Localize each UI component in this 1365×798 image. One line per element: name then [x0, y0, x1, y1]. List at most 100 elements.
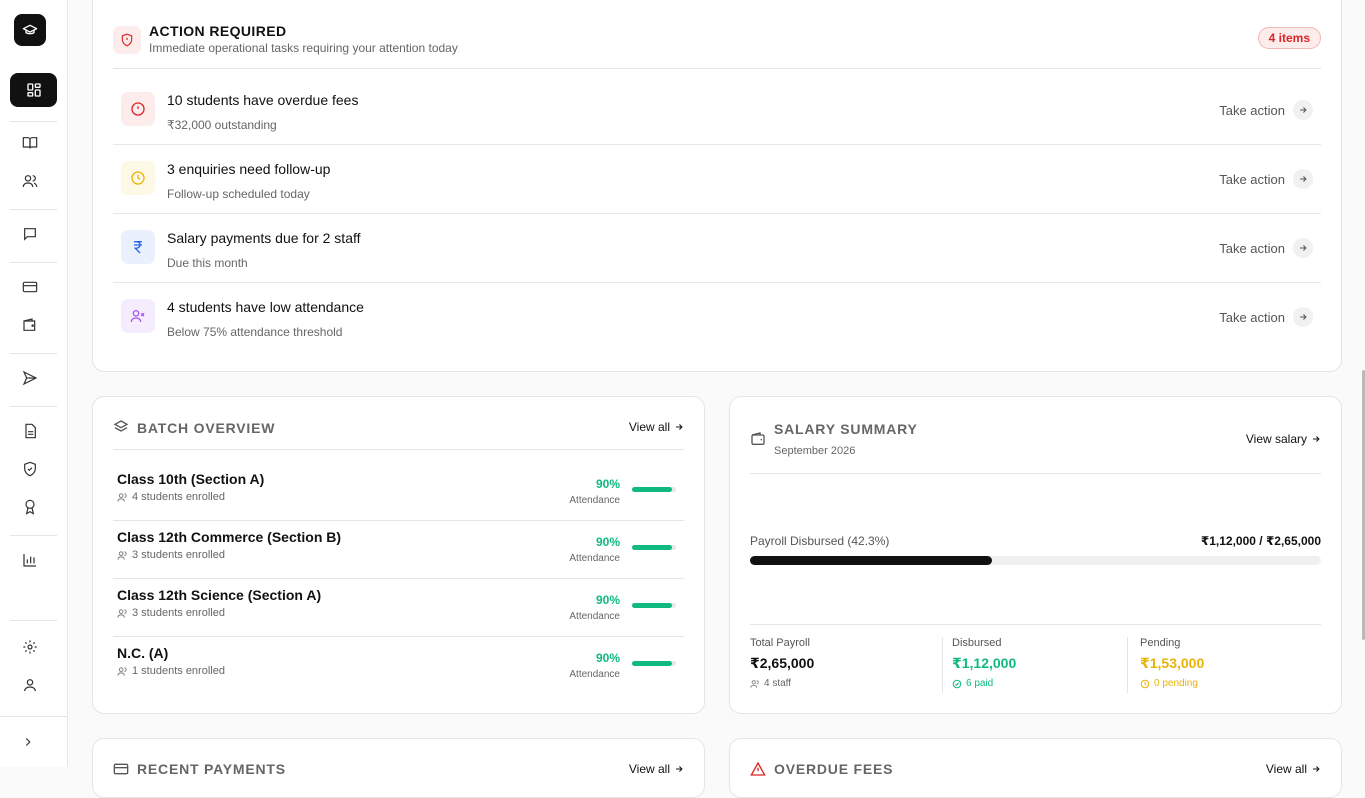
salary-month: September 2026: [774, 445, 856, 457]
batch-name: Class 12th Commerce (Section B): [117, 529, 342, 545]
arrow-right-icon: [1293, 238, 1313, 258]
action-item-subtitle: Below 75% attendance threshold: [167, 325, 343, 339]
salary-summary-title: SALARY SUMMARY: [774, 421, 918, 437]
nav-divider: [0, 716, 67, 717]
nav-reports[interactable]: [20, 550, 40, 570]
nav-divider: [10, 406, 57, 407]
nav-courses[interactable]: [20, 133, 40, 153]
arrow-right-icon: [676, 424, 683, 430]
nav-profile[interactable]: [20, 675, 40, 695]
take-action-button[interactable]: Take action: [1219, 307, 1313, 327]
users-icon: [117, 666, 127, 676]
graduation-cap-logo-icon[interactable]: [14, 14, 46, 46]
nav-achievements[interactable]: [20, 497, 40, 517]
batch-row[interactable]: Class 12th Science (Section A) 3 student…: [113, 579, 684, 637]
batch-enrolled: 1 students enrolled: [117, 665, 225, 677]
action-required-subtitle: Immediate operational tasks requiring yo…: [149, 41, 458, 55]
stat-disbursed: Disbursed ₹1,12,000 6 paid: [952, 637, 1016, 693]
batch-name: Class 10th (Section A): [117, 471, 265, 487]
stat-value: ₹1,12,000: [952, 655, 1017, 671]
users-icon: [117, 492, 127, 502]
nav-security[interactable]: [20, 459, 40, 479]
recent-payments-view-all[interactable]: View all: [629, 762, 684, 776]
batch-view-all-link[interactable]: View all: [629, 420, 684, 434]
main-content: ACTION REQUIRED Immediate operational ta…: [68, 0, 1365, 798]
nav-send[interactable]: [20, 368, 40, 388]
sidebar-expand-button[interactable]: [18, 732, 38, 752]
attendance-percent: 90%: [595, 651, 620, 665]
alert-circle-icon: [121, 92, 155, 126]
attendance-percent: 90%: [595, 535, 620, 549]
credit-card-icon: [113, 761, 129, 782]
action-item-subtitle: Due this month: [167, 256, 248, 270]
action-item-title: 4 students have low attendance: [167, 299, 364, 315]
alert-triangle-icon: [750, 761, 766, 782]
users-icon: [117, 608, 127, 618]
enrolled-text: 3 students enrolled: [132, 607, 225, 619]
action-item-title: 3 enquiries need follow-up: [167, 161, 331, 177]
action-required-card: ACTION REQUIRED Immediate operational ta…: [92, 0, 1342, 372]
nav-divider: [10, 121, 57, 122]
batch-row[interactable]: N.C. (A) 1 students enrolled 90% Attenda…: [113, 637, 684, 695]
user-x-icon: [121, 299, 155, 333]
stat-foot: 6 paid: [952, 678, 1016, 689]
nav-divider: [10, 620, 57, 621]
attendance-percent: 90%: [595, 593, 620, 607]
divider: [750, 473, 1321, 474]
nav-divider: [10, 262, 57, 263]
attendance-bar-fill: [632, 487, 672, 492]
award-icon: [25, 499, 35, 515]
divider: [113, 68, 1321, 69]
overdue-fees-view-all[interactable]: View all: [1266, 762, 1321, 776]
attendance-label: Attendance: [569, 553, 620, 564]
attendance-bar: [632, 603, 676, 608]
users-icon: [22, 175, 38, 188]
take-action-label: Take action: [1219, 240, 1285, 256]
stat-value: ₹1,53,000: [1140, 655, 1205, 671]
nav-students[interactable]: [20, 171, 40, 191]
sidebar: [0, 0, 68, 767]
batch-row[interactable]: Class 12th Commerce (Section B) 3 studen…: [113, 521, 684, 579]
shield-alert-icon: [113, 26, 141, 54]
view-all-label: View all: [628, 420, 670, 434]
stat-pending: Pending ₹1,53,000 0 pending: [1140, 637, 1204, 693]
take-action-button[interactable]: Take action: [1219, 169, 1313, 189]
attendance-label: Attendance: [569, 669, 620, 680]
batch-overview-card: BATCH OVERVIEW View all Class 10th (Sect…: [92, 396, 705, 714]
stat-foot: 0 pending: [1140, 678, 1204, 689]
users-icon: [750, 679, 759, 688]
arrow-right-icon: [676, 766, 683, 772]
attendance-label: Attendance: [569, 611, 620, 622]
attendance-bar: [632, 661, 676, 666]
payroll-progress-label: Payroll Disbursed (42.3%): [750, 534, 890, 548]
stat-foot-text: 6 paid: [966, 678, 994, 689]
nav-settings[interactable]: [20, 637, 40, 657]
nav-dashboard[interactable]: [10, 73, 57, 107]
batch-name: N.C. (A): [117, 645, 169, 661]
attendance-bar: [632, 487, 676, 492]
action-item: 4 students have low attendance Below 75%…: [113, 283, 1321, 352]
nav-wallet[interactable]: [20, 315, 40, 335]
batch-overview-title: BATCH OVERVIEW: [137, 420, 276, 436]
chevron-right-icon: [25, 738, 31, 746]
nav-payments[interactable]: [20, 277, 40, 297]
nav-documents[interactable]: [20, 421, 40, 441]
recent-payments-title: RECENT PAYMENTS: [137, 761, 286, 777]
file-icon: [25, 423, 36, 439]
book-icon: [22, 137, 38, 149]
payroll-progress-value: ₹1,12,000 / ₹2,65,000: [1200, 534, 1321, 548]
wallet-icon: [23, 318, 36, 331]
salary-summary-card: SALARY SUMMARY September 2026 View salar…: [729, 396, 1342, 714]
credit-card-icon: [22, 281, 38, 293]
view-salary-link[interactable]: View salary: [1246, 432, 1321, 446]
take-action-button[interactable]: Take action: [1219, 238, 1313, 258]
take-action-button[interactable]: Take action: [1219, 100, 1313, 120]
payroll-progress-bar: [750, 556, 1321, 565]
nav-messages[interactable]: [20, 224, 40, 244]
attendance-percent: 90%: [595, 477, 620, 491]
clock-icon: [121, 161, 155, 195]
batch-row[interactable]: Class 10th (Section A) 4 students enroll…: [113, 463, 684, 521]
nav-divider: [10, 353, 57, 354]
enrolled-text: 4 students enrolled: [132, 491, 225, 503]
attendance-bar: [632, 545, 676, 550]
